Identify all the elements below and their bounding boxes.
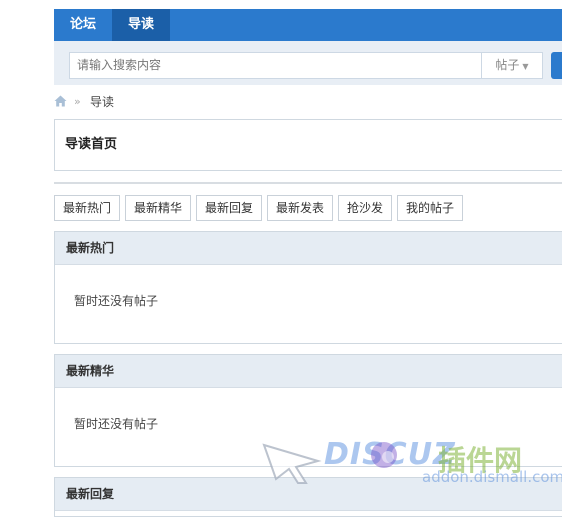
- search-type-select[interactable]: 帖子 ▼: [481, 52, 543, 79]
- section-latest-hot: 最新热门 暂时还没有帖子: [54, 231, 562, 344]
- home-icon[interactable]: [54, 95, 67, 111]
- section-title: 最新回复: [66, 487, 115, 501]
- search-input[interactable]: 请输入搜索内容: [69, 52, 481, 79]
- section-title: 最新精华: [66, 364, 115, 378]
- divider: [54, 182, 562, 184]
- section-header: 最新精华: [55, 355, 562, 388]
- page-title-box: 导读首页: [54, 119, 562, 171]
- watermark: DISCUZ 插件网 addon.dismall.com: [262, 435, 562, 495]
- nav-item-forum[interactable]: 论坛: [54, 9, 112, 41]
- watermark-url: addon.dismall.com: [422, 468, 562, 486]
- breadcrumb-current[interactable]: 导读: [90, 94, 114, 110]
- caret-down-icon: ▼: [522, 62, 529, 71]
- empty-message: 暂时还没有帖子: [74, 294, 159, 308]
- empty-message: 暂时还没有帖子: [74, 417, 159, 431]
- logo-icon: [371, 442, 397, 468]
- search-bar: 请输入搜索内容 帖子 ▼: [54, 41, 562, 85]
- nav-item-guide[interactable]: 导读: [112, 9, 170, 41]
- tab-latest-digest[interactable]: 最新精华: [125, 195, 191, 221]
- search-button[interactable]: [551, 52, 562, 79]
- tab-sofa[interactable]: 抢沙发: [338, 195, 392, 221]
- cursor-arrow-icon: [262, 443, 322, 484]
- tab-my-posts[interactable]: 我的帖子: [397, 195, 463, 221]
- tab-latest-reply[interactable]: 最新回复: [196, 195, 262, 221]
- tab-latest-post[interactable]: 最新发表: [267, 195, 333, 221]
- section-header: 最新热门: [55, 232, 562, 265]
- section-title: 最新热门: [66, 241, 115, 255]
- top-navigation-bar: 论坛 导读: [54, 9, 562, 41]
- breadcrumb-separator: »: [74, 95, 81, 108]
- tab-latest-hot[interactable]: 最新热门: [54, 195, 120, 221]
- search-type-label: 帖子: [495, 58, 520, 72]
- page-title: 导读首页: [65, 137, 118, 152]
